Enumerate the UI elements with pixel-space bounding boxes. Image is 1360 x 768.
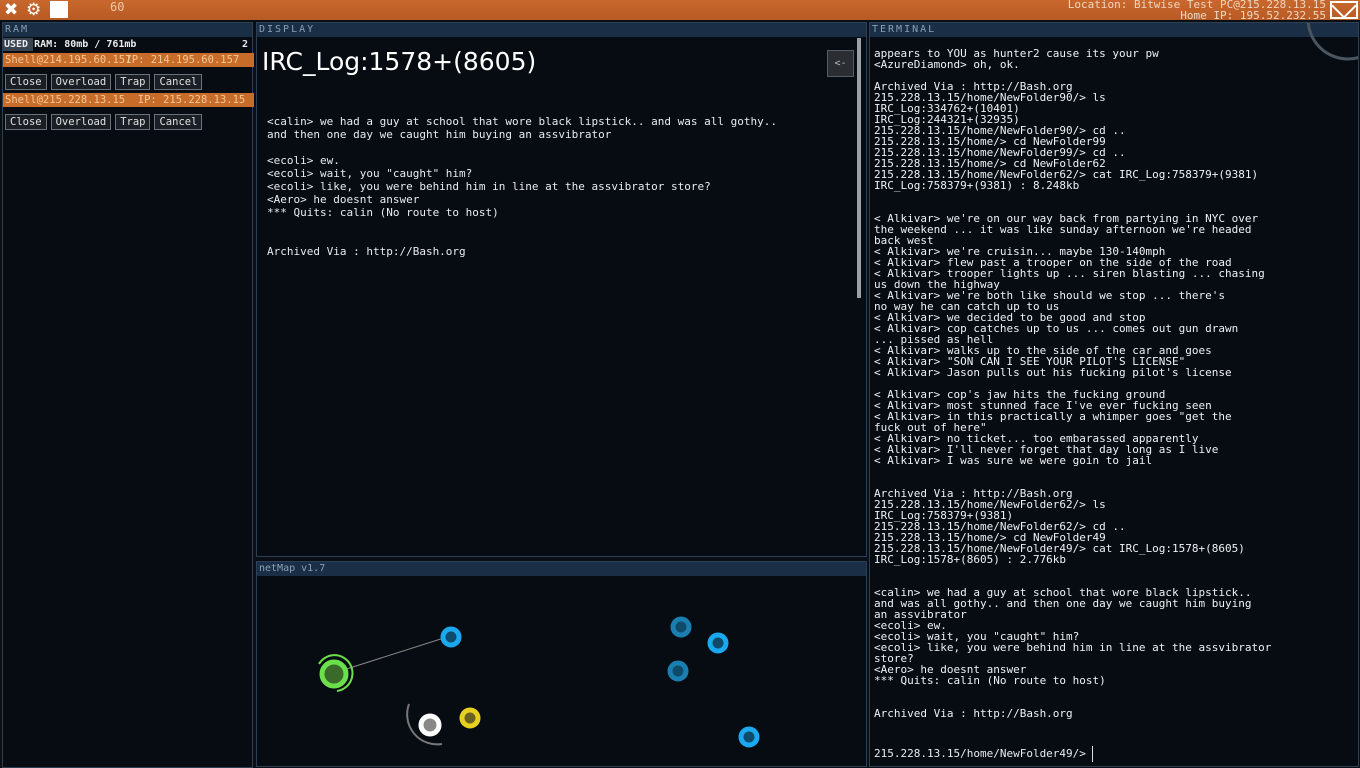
display-panel: DISPLAY IRC_Log:1578+(8605) <- <calin> w…: [256, 22, 867, 557]
file-title: IRC_Log:1578+(8605): [262, 47, 537, 76]
shell-ip: IP: 214.195.60.157: [125, 54, 240, 66]
cancel-button[interactable]: Cancel: [154, 114, 203, 130]
decorative-ring: [1306, 23, 1358, 61]
shell-ip: IP: 215.228.13.15: [137, 94, 246, 106]
trap-button[interactable]: Trap: [115, 74, 151, 90]
network-node[interactable]: [707, 632, 729, 654]
overload-button[interactable]: Overload: [50, 74, 112, 90]
settings-gear-icon[interactable]: ⚙: [26, 1, 41, 19]
exit-icon[interactable]: ✖: [4, 1, 18, 19]
ram-panel: RAM USED RAM: 80mb / 761mb 2 Shell@214.1…: [2, 22, 254, 768]
ram-process-count: 2: [241, 39, 248, 50]
text-cursor: [1091, 746, 1093, 762]
shell-label: Shell@214.195.60.157: [5, 54, 132, 66]
top-bar: ✖ ⚙ 60 Location: Bitwise Test PC@215.228…: [0, 0, 1360, 21]
netmap-header: netMap v1.7: [257, 562, 866, 576]
save-icon[interactable]: [50, 1, 68, 18]
network-node[interactable]: [459, 707, 481, 729]
ram-usage-text: USED RAM: 80mb / 761mb: [4, 39, 137, 50]
cancel-button[interactable]: Cancel: [154, 74, 203, 90]
network-node[interactable]: [670, 616, 692, 638]
network-node[interactable]: [738, 726, 760, 748]
mail-icon[interactable]: [1330, 1, 1358, 19]
terminal-panel: TERMINAL appears to YOU as hunter2 cause…: [869, 22, 1359, 767]
terminal-output: appears to YOU as hunter2 cause its your…: [874, 47, 1272, 720]
fps-counter: 60: [110, 0, 125, 14]
trap-button[interactable]: Trap: [115, 114, 151, 130]
back-button[interactable]: <-: [827, 50, 854, 77]
network-node[interactable]: [667, 660, 689, 682]
file-content: <calin> we had a guy at school that wore…: [267, 115, 777, 258]
terminal-prompt: 215.228.13.15/home/NewFolder49/>: [874, 747, 1086, 760]
shell-controls: Close Overload Trap Cancel: [5, 74, 203, 90]
location-info: Location: Bitwise Test PC@215.228.13.15 …: [1068, 0, 1326, 21]
home-ip-text: Home IP: 195.52.232.55: [1180, 9, 1326, 22]
terminal-input[interactable]: 215.228.13.15/home/NewFolder49/>: [874, 746, 1093, 762]
shell-process: Shell@215.228.13.15 IP: 215.228.13.15: [3, 93, 254, 107]
close-button[interactable]: Close: [5, 74, 47, 90]
overload-button[interactable]: Overload: [50, 114, 112, 130]
netmap-canvas: [318, 616, 760, 748]
shell-label: Shell@215.228.13.15: [5, 94, 126, 106]
ram-header: RAM: [3, 23, 252, 37]
close-button[interactable]: Close: [5, 114, 47, 130]
node-home[interactable]: [318, 654, 354, 692]
network-node[interactable]: [440, 626, 462, 648]
shell-process: Shell@214.195.60.157IP: 214.195.60.157: [3, 53, 254, 67]
display-header: DISPLAY: [257, 23, 866, 37]
ram-usage: USED RAM: 80mb / 761mb 2: [3, 38, 252, 51]
shell-controls: Close Overload Trap Cancel: [5, 114, 203, 130]
netmap-panel: netMap v1.7: [256, 561, 867, 767]
scrollbar[interactable]: [857, 38, 861, 298]
node-player[interactable]: [406, 703, 443, 746]
